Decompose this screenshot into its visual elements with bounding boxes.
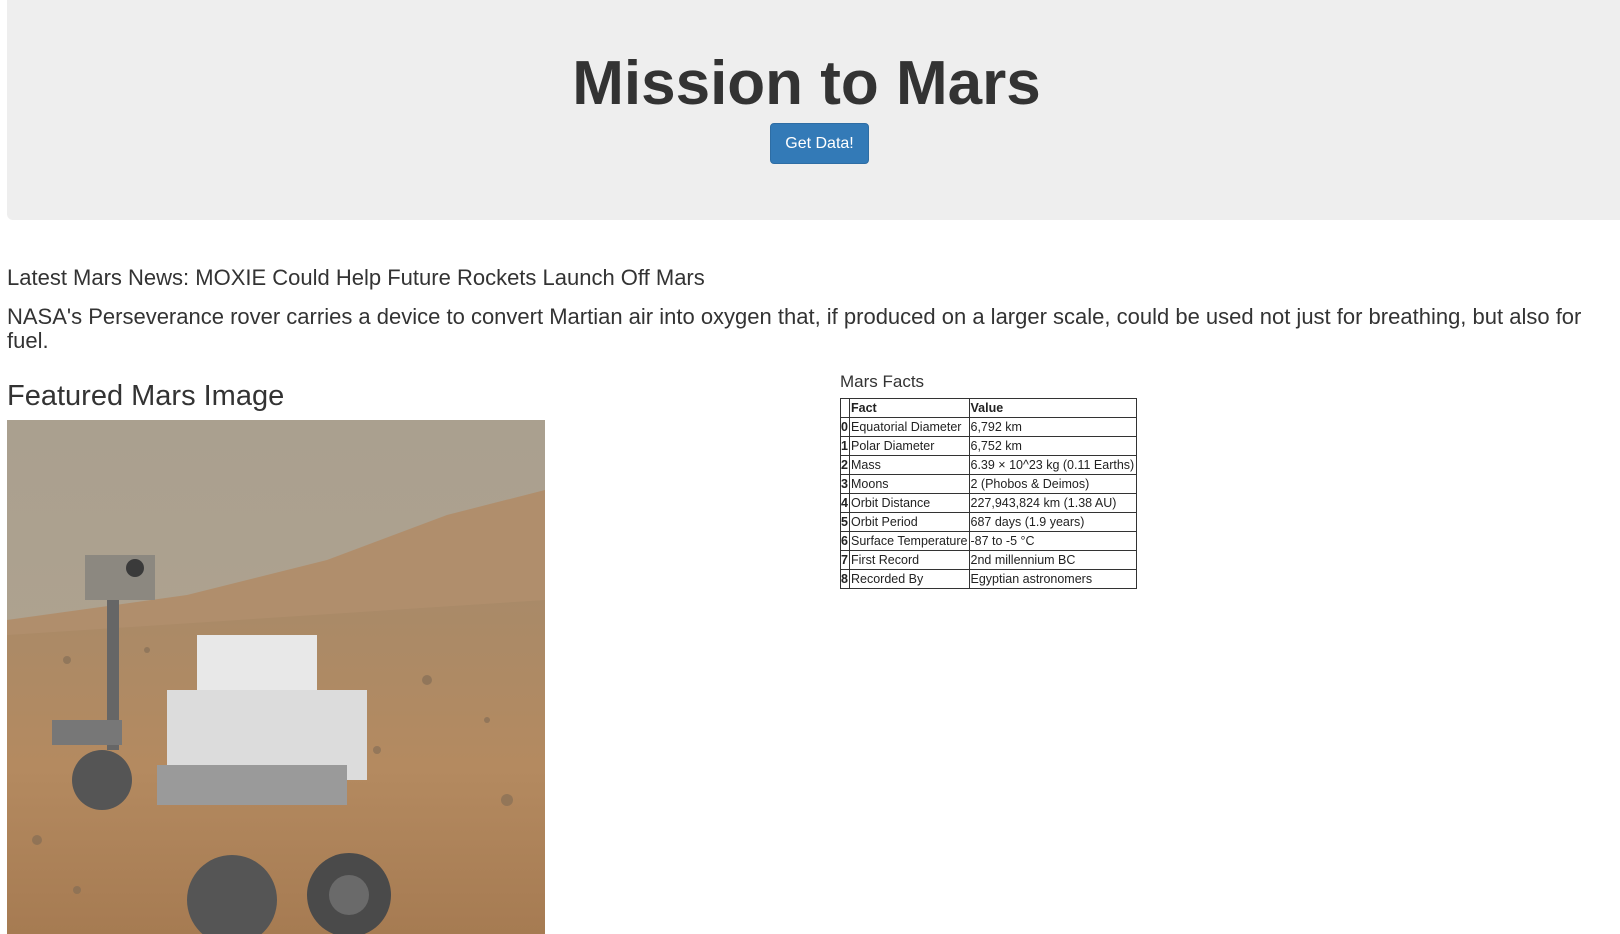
featured-image-heading: Featured Mars Image <box>7 380 285 412</box>
row-index: 7 <box>840 550 850 570</box>
table-row: 3 Moons 2 (Phobos & Deimos) <box>840 474 1137 494</box>
row-index: 2 <box>840 455 850 475</box>
row-fact: Orbit Distance <box>849 493 970 513</box>
row-value: 2nd millennium BC <box>968 550 1137 570</box>
row-index: 5 <box>840 512 850 532</box>
news-title-text: MOXIE Could Help Future Rockets Launch O… <box>195 265 705 290</box>
row-fact: Surface Temperature <box>849 531 970 551</box>
row-value: 6,752 km <box>968 436 1137 456</box>
table-header-row: Fact Value <box>840 398 1137 418</box>
row-value: 6,792 km <box>968 417 1137 437</box>
row-fact: Recorded By <box>849 569 970 589</box>
row-index: 6 <box>840 531 850 551</box>
row-index: 3 <box>840 474 850 494</box>
row-fact: Moons <box>849 474 970 494</box>
column-header-value: Value <box>968 398 1137 418</box>
news-heading-prefix: Latest Mars News: <box>7 265 196 290</box>
page: Mission to Mars Get Data! Latest Mars Ne… <box>0 0 1620 934</box>
jumbotron-header: Mission to Mars <box>7 0 1620 220</box>
news-paragraph: NASA's Perseverance rover carries a devi… <box>7 304 1582 353</box>
column-header-index <box>840 398 850 418</box>
row-value: Egyptian astronomers <box>968 569 1137 589</box>
table-row: 8 Recorded By Egyptian astronomers <box>840 569 1137 589</box>
row-value: 6.39 × 10^23 kg (0.11 Earths) <box>968 455 1137 475</box>
row-index: 1 <box>840 436 850 456</box>
mars-facts-heading: Mars Facts <box>840 372 925 391</box>
row-value: 687 days (1.9 years) <box>968 512 1137 532</box>
row-fact: Polar Diameter <box>849 436 970 456</box>
page-title: Mission to Mars <box>572 49 1041 118</box>
get-data-button[interactable]: Get Data! <box>770 123 869 164</box>
mars-facts-table: Fact Value 0 Equatorial Diameter 6,792 k… <box>840 398 1137 589</box>
row-index: 8 <box>840 569 850 589</box>
table-row: 1 Polar Diameter 6,752 km <box>840 436 1137 456</box>
row-value: -87 to -5 °C <box>968 531 1137 551</box>
row-fact: First Record <box>849 550 970 570</box>
table-row: 0 Equatorial Diameter 6,792 km <box>840 417 1137 437</box>
row-value: 227,943,824 km (1.38 AU) <box>968 493 1137 513</box>
row-index: 0 <box>840 417 850 437</box>
row-index: 4 <box>840 493 850 513</box>
row-fact: Orbit Period <box>849 512 970 532</box>
featured-mars-image <box>7 420 545 934</box>
row-fact: Equatorial Diameter <box>849 417 970 437</box>
column-header-fact: Fact <box>849 398 970 418</box>
table-row: 2 Mass 6.39 × 10^23 kg (0.11 Earths) <box>840 455 1137 475</box>
table-row: 6 Surface Temperature -87 to -5 °C <box>840 531 1137 551</box>
table-row: 7 First Record 2nd millennium BC <box>840 550 1137 570</box>
row-value: 2 (Phobos & Deimos) <box>968 474 1137 494</box>
row-fact: Mass <box>849 455 970 475</box>
table-row: 5 Orbit Period 687 days (1.9 years) <box>840 512 1137 532</box>
news-headline: Latest Mars News: MOXIE Could Help Futur… <box>7 263 705 293</box>
table-row: 4 Orbit Distance 227,943,824 km (1.38 AU… <box>840 493 1137 513</box>
